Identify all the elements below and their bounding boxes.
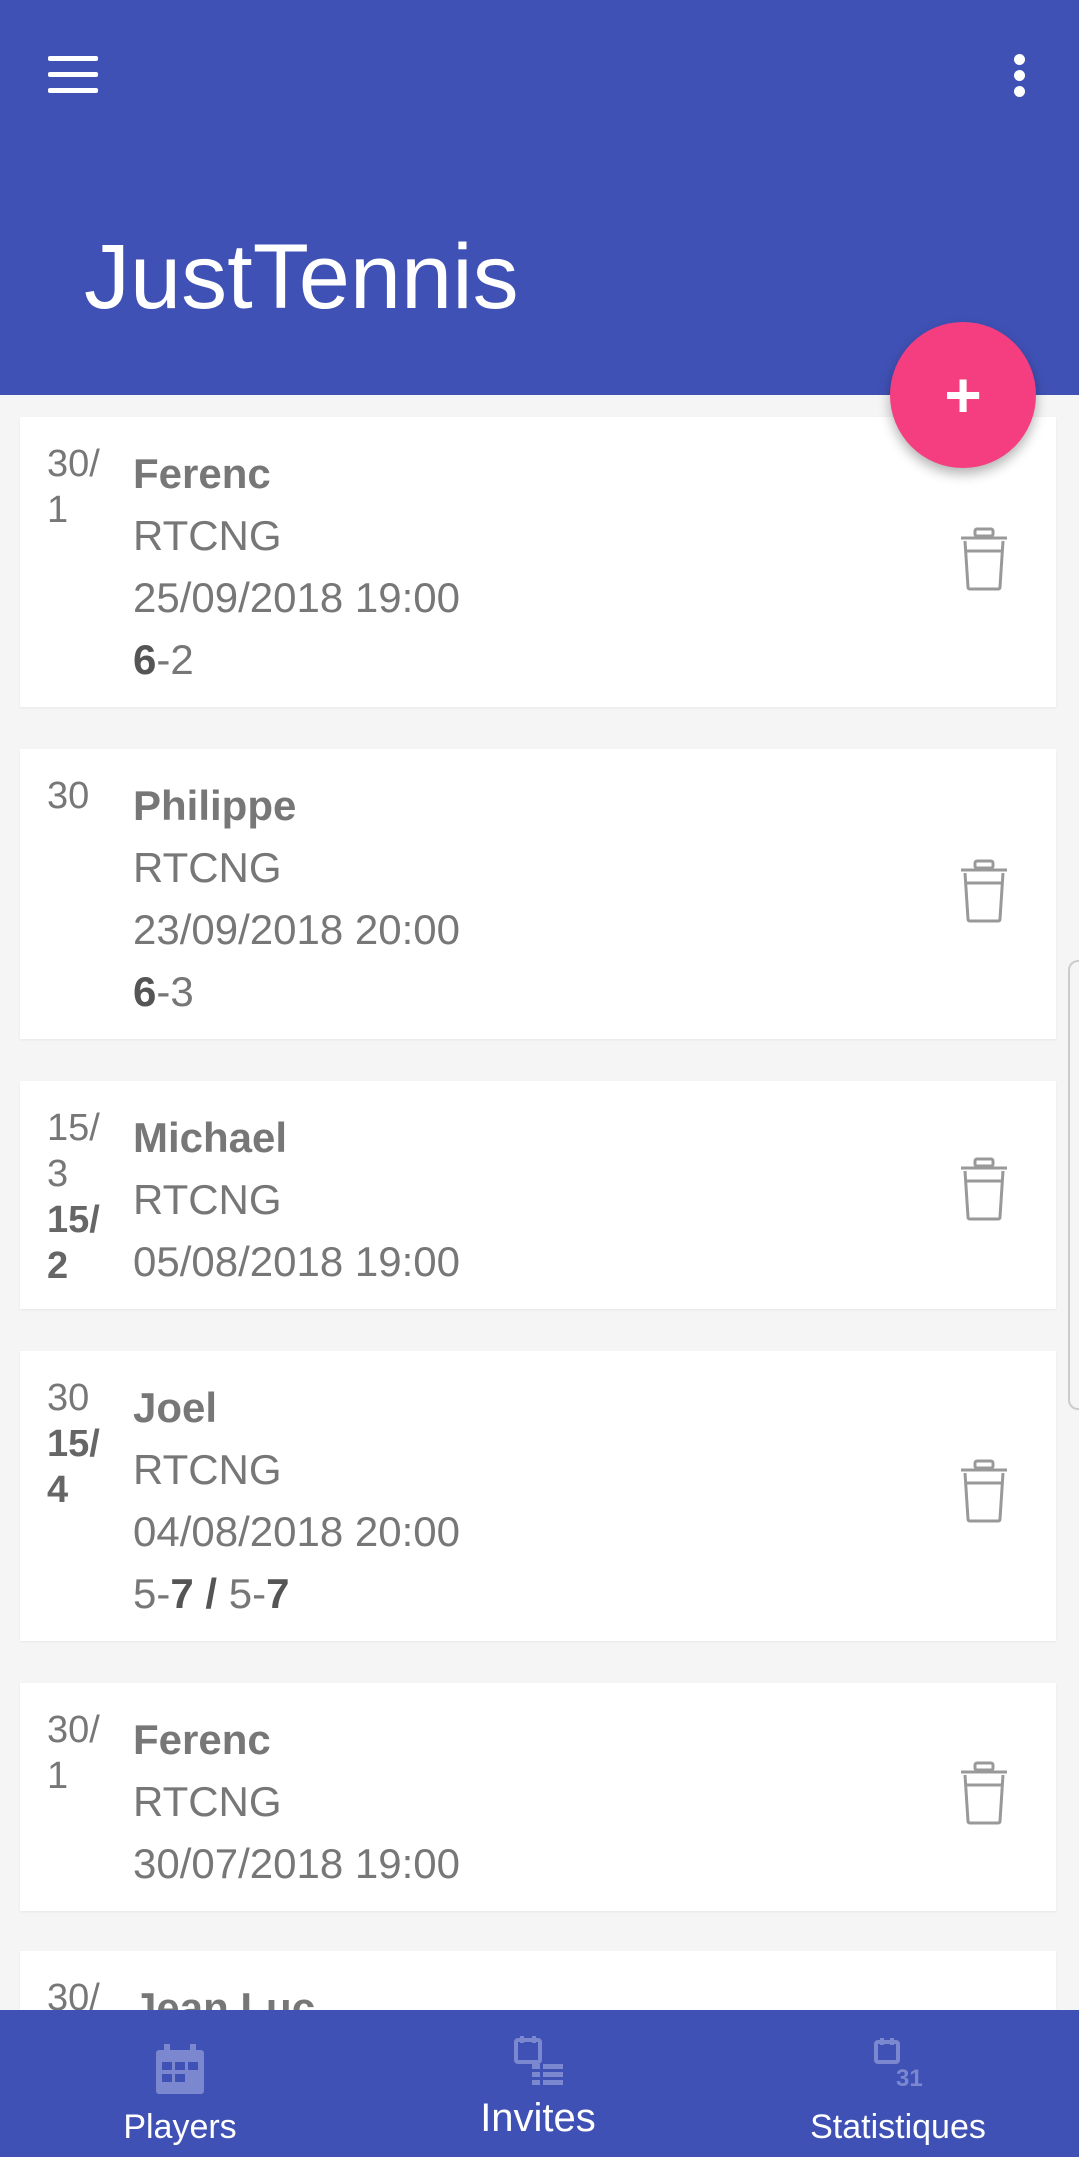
nav-players[interactable]: Players <box>60 2010 300 2157</box>
nav-stats[interactable]: 31 Statistiques <box>778 2010 1018 2157</box>
match-datetime: 30/07/2018 19:00 <box>133 1840 460 1887</box>
calendar-list-icon <box>514 2036 563 2085</box>
player-name: Joel <box>133 1377 482 1439</box>
club-name: RTCNG <box>133 844 282 891</box>
scrollbar[interactable] <box>1068 960 1079 1410</box>
calendar-31-icon: 31 <box>874 2038 923 2088</box>
delete-icon[interactable] <box>957 527 1011 591</box>
nav-invites-label: Invites <box>480 2096 596 2140</box>
match-score: 6-3 <box>133 968 194 1015</box>
match-datetime: 23/09/2018 20:00 <box>133 906 460 953</box>
match-card[interactable]: 30/ Jean Luc <box>20 1951 1056 2010</box>
bottom-navigation: Players Invites 31 Statistiques <box>0 2010 1079 2157</box>
match-card[interactable]: 30 15/ 4 Joel RTCNG 04/08/2018 20:00 5-7… <box>20 1351 1056 1641</box>
match-card[interactable]: 15/ 3 15/ 2 Michael RTCNG 05/08/2018 19:… <box>20 1081 1056 1309</box>
delete-icon[interactable] <box>957 1761 1011 1825</box>
match-card[interactable]: 30/ 1 Ferenc RTCNG 25/09/2018 19:00 6-2 <box>20 417 1056 707</box>
match-datetime: 25/09/2018 19:00 <box>133 574 460 621</box>
player-ranking: 30/ 1 <box>47 1709 100 1797</box>
player-ranking: 30 <box>47 775 90 817</box>
club-name: RTCNG <box>133 1778 282 1825</box>
player-name: Ferenc <box>133 1709 475 1771</box>
match-list[interactable]: 30/ 1 Ferenc RTCNG 25/09/2018 19:00 6-2 … <box>0 395 1079 2010</box>
club-name: RTCNG <box>133 1176 282 1223</box>
app-bar: JustTennis <box>0 0 1079 395</box>
match-score: 6-2 <box>133 636 194 683</box>
club-name: RTCNG <box>133 512 282 559</box>
delete-icon[interactable] <box>957 859 1011 923</box>
calendar-grid-icon <box>156 2044 204 2094</box>
player-name: Jean Luc <box>133 1977 530 2010</box>
nav-players-label: Players <box>123 2108 237 2146</box>
match-datetime: 04/08/2018 20:00 <box>133 1508 460 1555</box>
add-match-button[interactable]: + <box>890 322 1036 468</box>
club-name: RTCNG <box>133 1446 282 1493</box>
app-title: JustTennis <box>84 226 519 328</box>
match-datetime: 05/08/2018 19:00 <box>133 1238 460 1285</box>
player-ranking: 30/ 1 <box>47 443 100 531</box>
match-score: 5-7 / 5-7 <box>133 1570 290 1617</box>
plus-icon: + <box>944 359 982 431</box>
more-vert-icon[interactable] <box>1000 48 1040 104</box>
player-name: Philippe <box>133 775 511 837</box>
menu-icon[interactable] <box>44 50 104 100</box>
nav-stats-label: Statistiques <box>810 2108 986 2146</box>
nav-invites[interactable]: Invites <box>418 2010 658 2157</box>
delete-icon[interactable] <box>957 1157 1011 1221</box>
delete-icon[interactable] <box>957 1459 1011 1523</box>
player-name: Michael <box>133 1107 460 1169</box>
player-ranking: 30/ <box>47 1977 100 2010</box>
player-ranking: 30 15/ 4 <box>47 1377 100 1511</box>
match-card[interactable]: 30/ 1 Ferenc RTCNG 30/07/2018 19:00 <box>20 1683 1056 1911</box>
svg-text:31: 31 <box>896 2065 923 2088</box>
player-ranking: 15/ 3 15/ 2 <box>47 1107 100 1287</box>
player-name: Ferenc <box>133 443 475 505</box>
match-card[interactable]: 30 Philippe RTCNG 23/09/2018 20:00 6-3 <box>20 749 1056 1039</box>
